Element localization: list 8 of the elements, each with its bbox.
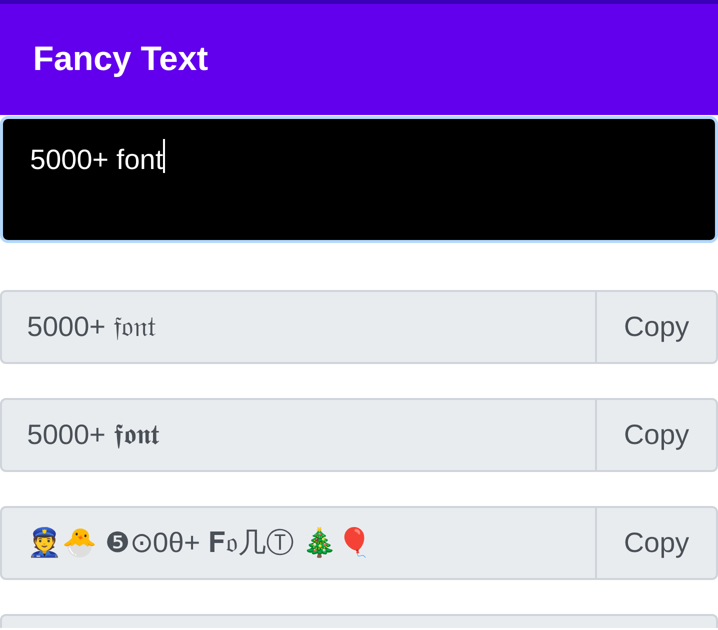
- fancy-text: 👮🐣 ❺⊙0θ+ 𝐅𝔬几Ⓣ 🎄🎈: [27, 526, 372, 560]
- copy-button[interactable]: Copy: [595, 508, 716, 578]
- text-input-field[interactable]: 5000+ font: [0, 116, 718, 243]
- app-title: Fancy Text: [33, 39, 208, 80]
- fancy-text: 5000+ 𝔣𝔬𝔫𝔱: [27, 310, 156, 344]
- copy-button[interactable]: Copy: [595, 292, 716, 362]
- copy-button[interactable]: Copy: [595, 400, 716, 470]
- fancy-text: 5000+ 𝖋𝖔𝖓𝖙: [27, 418, 160, 452]
